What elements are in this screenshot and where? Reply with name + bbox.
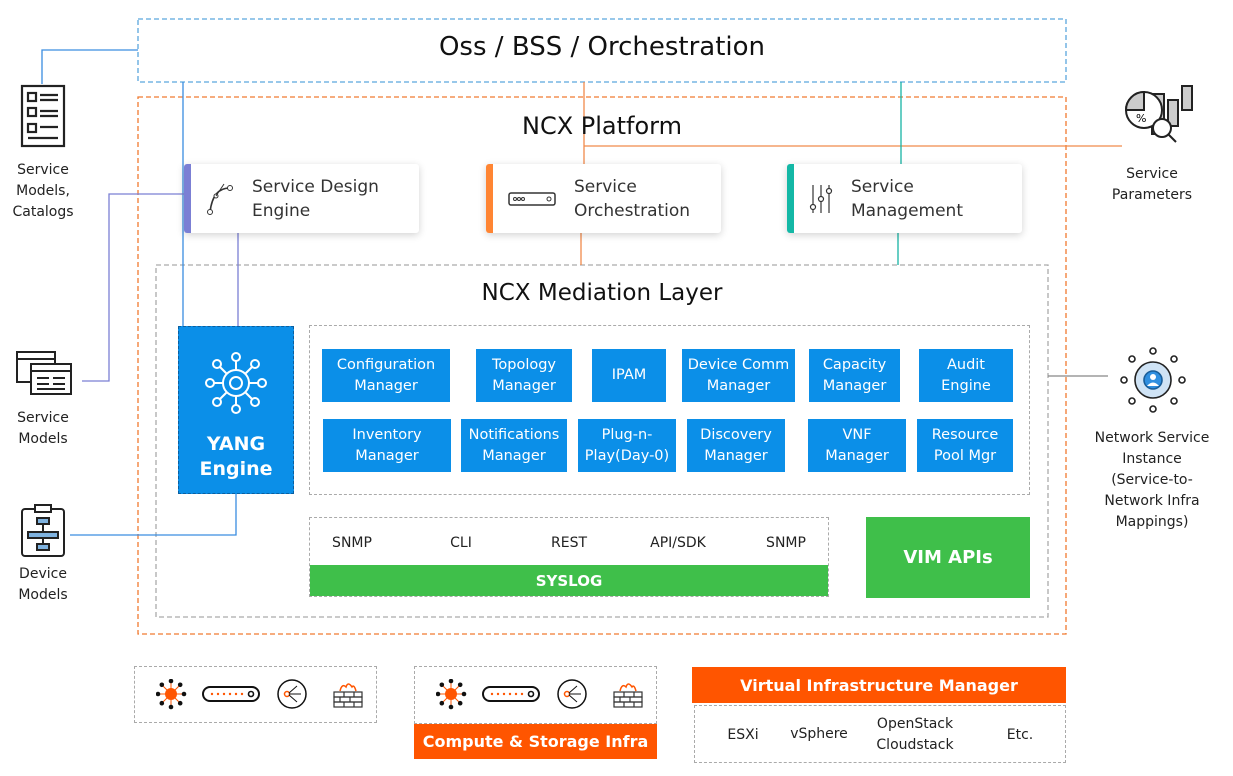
module-label-1: VNF	[842, 426, 872, 443]
protocol-cli: CLI	[450, 535, 472, 551]
module-box[interactable]: Audit Engine	[919, 349, 1013, 402]
module-label-1: Device Comm	[687, 356, 790, 373]
module-label-1: Notifications	[468, 426, 560, 443]
service-design-engine-card[interactable]: Service Design Engine	[184, 164, 419, 233]
platform-title: NCX Platform	[522, 112, 682, 140]
module-label-2: Manager	[825, 447, 889, 464]
yang-engine[interactable]: YANG Engine	[178, 326, 294, 494]
module-box[interactable]: Notifications Manager	[461, 419, 567, 472]
module-box[interactable]: Configuration Manager	[322, 349, 450, 402]
vim-label: Virtual Infrastructure Manager	[692, 667, 1066, 703]
yang-label-1: YANG	[206, 433, 266, 455]
vim-item-openstack-cloudstack: OpenStack Cloudstack	[876, 716, 954, 753]
firewall-icon	[333, 683, 363, 708]
module-label-2: Manager	[482, 447, 546, 464]
service-orchestration-card[interactable]: Service Orchestration	[486, 164, 721, 233]
label-service-models-catalogs: Service Models, Catalogs	[12, 162, 74, 220]
vim-item-etc: Etc.	[1006, 727, 1034, 743]
vim-item-vsphere: vSphere	[790, 726, 848, 742]
oss-bss-title: Oss / BSS / Orchestration	[438, 32, 766, 62]
protocol-api-sdk: API/SDK	[650, 535, 706, 551]
module-box[interactable]: Discovery Manager	[687, 419, 785, 472]
analytics-parameters-icon: %	[1124, 85, 1193, 143]
svg-text:%: %	[1136, 112, 1146, 125]
module-label-2: Play(Day-0)	[584, 447, 670, 464]
module-label-2: Pool Mgr	[933, 447, 997, 464]
module-box[interactable]: Capacity Manager	[809, 349, 900, 402]
module-label-2: Manager	[492, 377, 556, 394]
module-box[interactable]: Device Comm Manager	[682, 349, 795, 402]
module-box[interactable]: IPAM	[592, 349, 666, 402]
hub-icon	[156, 679, 187, 710]
protocol-rest: REST	[550, 535, 588, 551]
card-label-1: Service	[574, 176, 637, 197]
card-label-2: Engine	[252, 200, 311, 221]
card-label-1: Service Design	[252, 176, 379, 197]
label-service-models: Service Models	[17, 410, 69, 447]
compute-storage-label: Compute & Storage Infra	[414, 724, 657, 759]
firewall-icon	[613, 683, 643, 708]
card-accent	[486, 164, 493, 233]
card-accent	[787, 164, 794, 233]
vim-apis-box[interactable]: VIM APIs	[866, 517, 1030, 598]
card-label-2: Management	[851, 200, 963, 221]
browser-windows-icon	[16, 351, 72, 395]
gear-network-icon	[205, 352, 267, 414]
module-label-1: Topology	[491, 356, 557, 373]
module-label-1: Capacity	[822, 356, 887, 373]
label-device-models: Device Models	[18, 566, 68, 603]
module-label-1: Audit	[946, 356, 985, 373]
mediation-title: NCX Mediation Layer	[481, 280, 723, 306]
card-label-1: Service	[851, 176, 914, 197]
module-label-1: IPAM	[611, 367, 647, 383]
module-label-1: Plug-n-	[601, 426, 653, 443]
yang-label-2: Engine	[199, 458, 273, 480]
label-service-parameters: Service Parameters	[1111, 166, 1193, 203]
vim-item-esxi: ESXi	[727, 727, 759, 743]
module-label-1: Inventory	[352, 426, 422, 443]
module-box[interactable]: Plug-n- Play(Day-0)	[578, 419, 676, 472]
service-management-card[interactable]: Service Management	[787, 164, 1022, 233]
bezier-curve-icon	[207, 183, 233, 215]
module-label-1: Discovery	[700, 426, 772, 443]
module-box[interactable]: Resource Pool Mgr	[917, 419, 1013, 472]
module-label-2: Manager	[704, 447, 768, 464]
card-label-2: Orchestration	[574, 200, 691, 221]
network-user-icon	[1120, 347, 1186, 413]
router-icon	[277, 679, 307, 709]
server-icon	[508, 191, 556, 206]
module-box[interactable]: Inventory Manager	[323, 419, 451, 472]
card-accent	[184, 164, 191, 233]
module-label-2: Engine	[941, 377, 991, 394]
switch-icon	[202, 686, 260, 702]
protocol-snmp-2: SNMP	[766, 535, 806, 551]
module-box[interactable]: VNF Manager	[808, 419, 906, 472]
protocol-snmp: SNMP	[332, 535, 372, 551]
switch-icon	[482, 686, 540, 702]
clipboard-flowchart-icon	[21, 504, 65, 557]
document-catalog-icon	[20, 84, 66, 148]
label-network-service-instance: Network Service Instance (Service-to- Netwo…	[1094, 430, 1210, 530]
hub-icon	[436, 679, 467, 710]
module-label-1: Resource	[931, 426, 999, 443]
module-label-2: Manager	[355, 447, 419, 464]
module-label-2: Manager	[706, 377, 771, 394]
router-icon	[557, 679, 587, 709]
module-label-2: Manager	[822, 377, 887, 394]
module-label-1: Configuration	[336, 356, 436, 373]
module-label-2: Manager	[354, 377, 418, 394]
sliders-icon	[809, 184, 833, 213]
module-box[interactable]: Topology Manager	[476, 349, 572, 402]
syslog-bar[interactable]: SYSLOG	[310, 565, 828, 596]
